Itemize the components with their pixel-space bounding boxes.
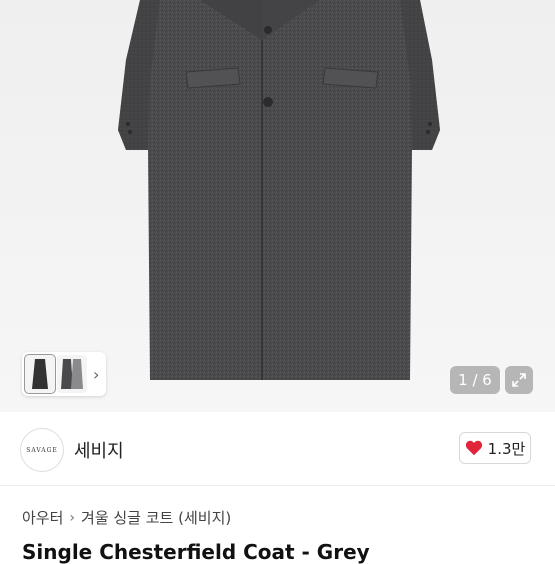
thumbnail-1[interactable] bbox=[24, 354, 56, 394]
chevron-right-icon: › bbox=[69, 509, 76, 526]
coat-thumbnail-icon bbox=[61, 359, 83, 389]
product-image-gallery[interactable]: › 1 / 6 bbox=[0, 0, 555, 412]
seller-logo-text: SAVAGE bbox=[26, 446, 58, 454]
breadcrumb-item-category[interactable]: 아우터 bbox=[22, 507, 63, 528]
like-count: 1.3만 bbox=[487, 439, 526, 458]
thumbnail-2[interactable] bbox=[57, 355, 87, 393]
chevron-right-icon[interactable]: › bbox=[93, 365, 99, 384]
breadcrumb: 아우터 › 겨울 싱글 코트 (세비지) bbox=[22, 507, 231, 528]
image-counter: 1 / 6 bbox=[450, 366, 500, 394]
thumbnail-strip[interactable]: › bbox=[22, 352, 106, 396]
product-title: Single Chesterfield Coat - Grey bbox=[22, 540, 370, 564]
seller-logo[interactable]: SAVAGE bbox=[20, 428, 64, 472]
coat-thumbnail-icon bbox=[32, 359, 48, 389]
like-button[interactable]: 1.3만 bbox=[459, 432, 531, 464]
expand-button[interactable] bbox=[505, 366, 533, 394]
coat-image bbox=[118, 0, 440, 380]
heart-icon bbox=[465, 440, 482, 456]
expand-icon bbox=[512, 373, 526, 387]
seller-name[interactable]: 세비지 bbox=[74, 437, 124, 463]
breadcrumb-item-subcategory[interactable]: 겨울 싱글 코트 (세비지) bbox=[81, 507, 231, 528]
